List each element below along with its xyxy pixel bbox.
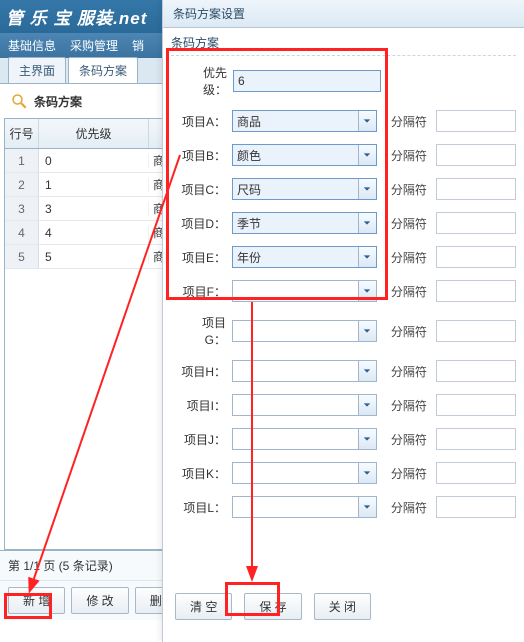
select-i[interactable] (232, 394, 377, 416)
sep-input-c[interactable] (436, 178, 516, 200)
select-h[interactable] (232, 360, 377, 382)
select-d[interactable] (232, 212, 377, 234)
label-e: 项目E： (181, 249, 226, 266)
select-l[interactable] (232, 496, 377, 518)
select-c[interactable] (232, 178, 377, 200)
sep-input-j[interactable] (436, 428, 516, 450)
add-button[interactable]: 新 增 (8, 587, 65, 614)
cell-priority: 4 (39, 226, 149, 240)
sep-label: 分隔符 (391, 113, 430, 130)
select-j[interactable] (232, 428, 377, 450)
cell-rownum: 4 (5, 221, 39, 244)
save-button[interactable]: 保 存 (244, 593, 301, 620)
sep-label: 分隔符 (391, 499, 430, 516)
clear-button[interactable]: 清 空 (175, 593, 232, 620)
label-i: 项目I： (181, 397, 226, 414)
sep-input-i[interactable] (436, 394, 516, 416)
sep-input-k[interactable] (436, 462, 516, 484)
label-j: 项目J： (181, 431, 226, 448)
sep-input-b[interactable] (436, 144, 516, 166)
select-k[interactable] (232, 462, 377, 484)
cell-priority: 3 (39, 202, 149, 216)
select-g[interactable] (232, 320, 377, 342)
tab-barcode[interactable]: 条码方案 (68, 57, 138, 83)
sep-label: 分隔符 (391, 249, 430, 266)
cell-rownum: 2 (5, 173, 39, 196)
sep-input-e[interactable] (436, 246, 516, 268)
sep-label: 分隔符 (391, 283, 430, 300)
sep-input-d[interactable] (436, 212, 516, 234)
select-b[interactable] (232, 144, 377, 166)
menu-purchase[interactable]: 采购管理 (70, 37, 118, 54)
menu-more[interactable]: 销 (132, 37, 144, 54)
sep-input-f[interactable] (436, 280, 516, 302)
label-c: 项目C： (181, 181, 226, 198)
select-f[interactable] (232, 280, 377, 302)
cell-rownum: 5 (5, 245, 39, 268)
label-a: 项目A： (181, 113, 226, 130)
barcode-settings-panel: 条码方案设置 条码方案 优先级：项目A：分隔符项目B：分隔符项目C：分隔符项目D… (162, 0, 524, 642)
label-b: 项目B： (181, 147, 226, 164)
sep-label: 分隔符 (391, 215, 430, 232)
sep-label: 分隔符 (391, 465, 430, 482)
col-rownum: 行号 (5, 119, 39, 148)
close-button[interactable]: 关 闭 (314, 593, 371, 620)
page-title: 条码方案 (34, 93, 82, 110)
search-icon (10, 92, 28, 110)
menu-basic[interactable]: 基础信息 (8, 37, 56, 54)
label-k: 项目K： (181, 465, 226, 482)
cell-priority: 1 (39, 178, 149, 192)
cell-priority: 5 (39, 250, 149, 264)
sep-label: 分隔符 (391, 181, 430, 198)
col-priority: 优先级 (39, 119, 149, 148)
sep-label: 分隔符 (391, 431, 430, 448)
sep-label: 分隔符 (391, 363, 430, 380)
sep-input-h[interactable] (436, 360, 516, 382)
sep-label: 分隔符 (391, 397, 430, 414)
edit-button[interactable]: 修 改 (71, 587, 128, 614)
label-d: 项目D： (181, 215, 226, 232)
label-g: 项目G： (181, 314, 226, 348)
label-f: 项目F： (181, 283, 226, 300)
sep-input-l[interactable] (436, 496, 516, 518)
input-prio[interactable] (233, 70, 381, 92)
label-h: 项目H： (181, 363, 226, 380)
select-e[interactable] (232, 246, 377, 268)
panel-title: 条码方案设置 (163, 0, 524, 28)
label-l: 项目L： (181, 499, 226, 516)
sep-input-g[interactable] (436, 320, 516, 342)
cell-rownum: 1 (5, 149, 39, 172)
tab-main[interactable]: 主界面 (8, 57, 66, 83)
cell-priority: 0 (39, 154, 149, 168)
sep-label: 分隔符 (391, 323, 430, 340)
sep-input-a[interactable] (436, 110, 516, 132)
sep-label: 分隔符 (391, 147, 430, 164)
label-prio: 优先级： (181, 64, 227, 98)
cell-rownum: 3 (5, 197, 39, 220)
select-a[interactable] (232, 110, 377, 132)
panel-subtitle: 条码方案 (171, 34, 516, 56)
